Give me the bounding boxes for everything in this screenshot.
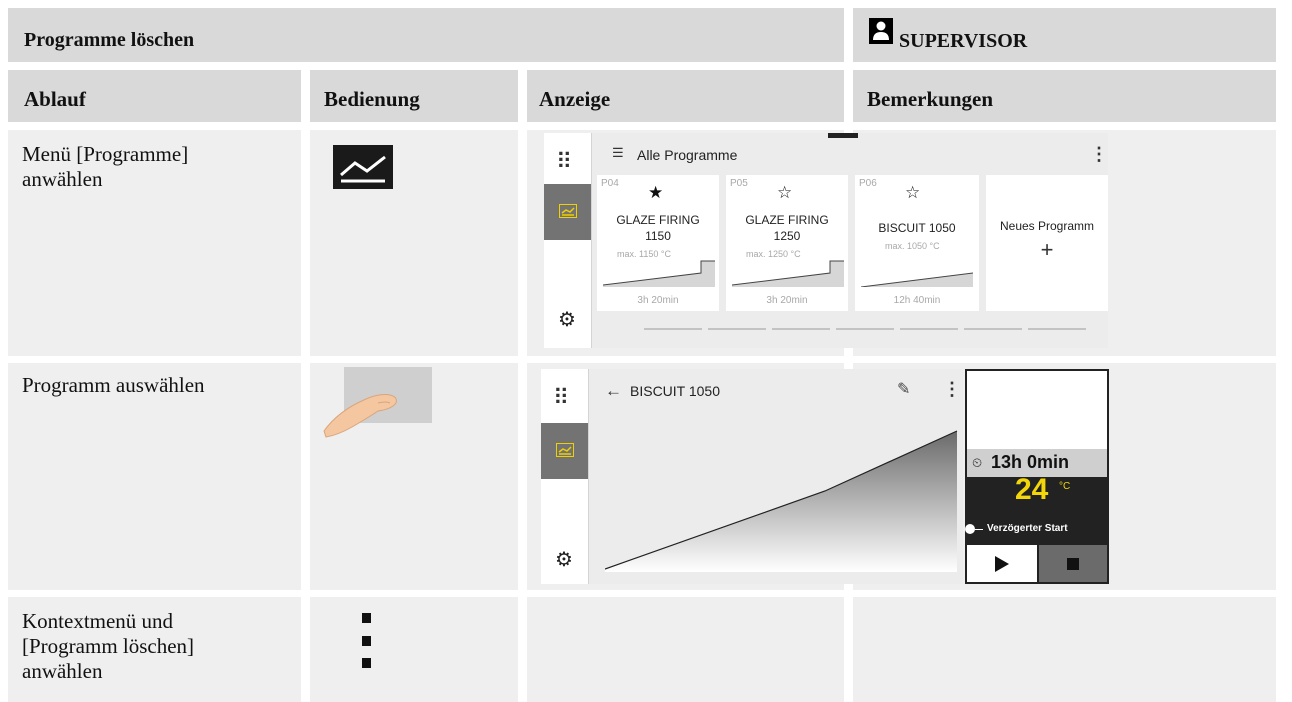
- program-name-line2: 1150: [645, 229, 671, 243]
- plus-icon: +: [1040, 237, 1054, 262]
- kebab-menu-icon: [362, 613, 371, 669]
- program-max-temp: max. 1150 °C: [617, 249, 671, 259]
- grid-menu-icon[interactable]: ⠿: [556, 149, 572, 175]
- stop-icon: [1067, 558, 1079, 570]
- favorite-star-outline-icon[interactable]: ☆: [777, 183, 792, 203]
- col-header-bedienung: Bedienung: [310, 70, 518, 122]
- header-title-cell: Programme löschen: [8, 8, 844, 62]
- sidebar-programs-active[interactable]: [541, 423, 588, 479]
- new-program-label: Neues Programm: [999, 219, 1095, 233]
- delayed-start-toggle[interactable]: [965, 523, 983, 535]
- program-code: P04: [601, 178, 619, 189]
- col-anzeige-label: Anzeige: [539, 87, 611, 111]
- program-name-line1: GLAZE FIRING: [745, 213, 829, 227]
- all-programs-screen: ⠿ ⚙ ☰ Alle Programme ⋮ P04 ★ GLAZE FIRIN…: [544, 133, 1108, 348]
- program-curve: [732, 260, 844, 287]
- programs-chart-icon: [559, 204, 577, 218]
- sidebar: ⠿ ⚙: [544, 133, 592, 348]
- more-options-icon[interactable]: ⋮: [1090, 144, 1108, 165]
- header-role-cell: SUPERVISOR: [853, 8, 1276, 62]
- program-name-line1: BISCUIT 1050: [878, 221, 956, 235]
- role-label: SUPERVISOR: [899, 30, 1028, 52]
- row3-control-cell: [310, 597, 518, 702]
- programs-chart-icon: [333, 145, 393, 189]
- row3-display-cell: [527, 597, 844, 702]
- row2-step-cell: Programm auswählen: [8, 363, 301, 590]
- play-button[interactable]: [967, 545, 1037, 582]
- row1-step-text: Menü [Programme] anwählen: [22, 142, 189, 191]
- status-top-area: [967, 371, 1107, 449]
- program-card-p05[interactable]: P05 ☆ GLAZE FIRING 1250 max. 1250 °C 3h …: [726, 175, 848, 311]
- program-code: P06: [859, 178, 877, 189]
- status-panel: ⏲ 13h 0min 24 °C Verzögerter Start: [965, 369, 1109, 584]
- col-header-ablauf: Ablauf: [8, 70, 301, 122]
- row2-control-cell: [310, 363, 518, 590]
- gear-icon[interactable]: ⚙: [555, 547, 573, 572]
- scroll-indicator: [644, 328, 1086, 330]
- gear-icon[interactable]: ⚙: [558, 307, 576, 332]
- delayed-start-label: Verzögerter Start: [987, 523, 1068, 534]
- program-card-p04[interactable]: P04 ★ GLAZE FIRING 1150 max. 1150 °C 3h …: [597, 175, 719, 311]
- row3-step-cell: Kontextmenü und [Programm löschen] anwäh…: [8, 597, 301, 702]
- stop-button[interactable]: [1039, 545, 1107, 582]
- program-max-temp: max. 1250 °C: [746, 249, 801, 259]
- program-detail-screen: ⠿ ⚙ ← BISCUIT 1050 ✎ ⋮: [541, 369, 963, 584]
- temp-unit: °C: [1059, 481, 1071, 492]
- clock-icon: ⏲: [972, 455, 983, 470]
- program-name-line1: GLAZE FIRING: [616, 213, 700, 227]
- screen2-title: BISCUIT 1050: [630, 383, 721, 399]
- col-bemerkungen-label: Bemerkungen: [867, 87, 993, 111]
- col-bedienung-label: Bedienung: [324, 87, 420, 111]
- program-curve: [603, 260, 715, 287]
- program-code: P05: [730, 178, 748, 189]
- row3-step-text: Kontextmenü und [Programm löschen] anwäh…: [22, 609, 195, 683]
- more-options-icon[interactable]: ⋮: [943, 379, 961, 400]
- screen1-title: Alle Programme: [637, 147, 738, 163]
- row1-step-cell: Menü [Programme] anwählen: [8, 130, 301, 356]
- row1-control-cell: [310, 130, 518, 356]
- top-indicator: [828, 133, 858, 138]
- person-icon: [869, 18, 893, 44]
- play-icon: [995, 556, 1009, 572]
- back-arrow-icon[interactable]: ←: [605, 381, 622, 401]
- program-card-p06[interactable]: P06 ☆ BISCUIT 1050 max. 1050 °C 12h 40mi…: [855, 175, 979, 311]
- current-temp: 24: [1015, 473, 1049, 506]
- sidebar: ⠿ ⚙: [541, 369, 589, 584]
- edit-pencil-icon[interactable]: ✎: [897, 379, 910, 399]
- favorite-star-outline-icon[interactable]: ☆: [905, 183, 920, 203]
- list-icon: ☰: [612, 145, 624, 160]
- favorite-star-filled-icon[interactable]: ★: [648, 183, 663, 203]
- col-ablauf-label: Ablauf: [24, 87, 86, 111]
- program-max-temp: max. 1050 °C: [885, 241, 940, 251]
- program-duration: 12h 40min: [893, 295, 941, 306]
- page-title: Programme löschen: [24, 29, 195, 51]
- grid-menu-icon[interactable]: ⠿: [553, 385, 569, 411]
- sidebar-programs-active[interactable]: [544, 184, 591, 240]
- program-curve: [861, 272, 973, 287]
- finger-tap-icon: [323, 367, 432, 438]
- program-name-line2: 1250: [773, 229, 801, 243]
- program-duration: 3h 20min: [637, 295, 679, 306]
- row2-step-text: Programm auswählen: [22, 373, 205, 397]
- new-program-card[interactable]: Neues Programm +: [986, 175, 1108, 311]
- program-duration: 3h 20min: [766, 295, 808, 306]
- programs-chart-icon: [556, 443, 574, 457]
- row3-notes-cell: [853, 597, 1276, 702]
- remaining-time: 13h 0min: [991, 452, 1070, 472]
- col-header-bemerkungen: Bemerkungen: [853, 70, 1276, 122]
- col-header-anzeige: Anzeige: [527, 70, 844, 122]
- program-curve: [605, 430, 958, 572]
